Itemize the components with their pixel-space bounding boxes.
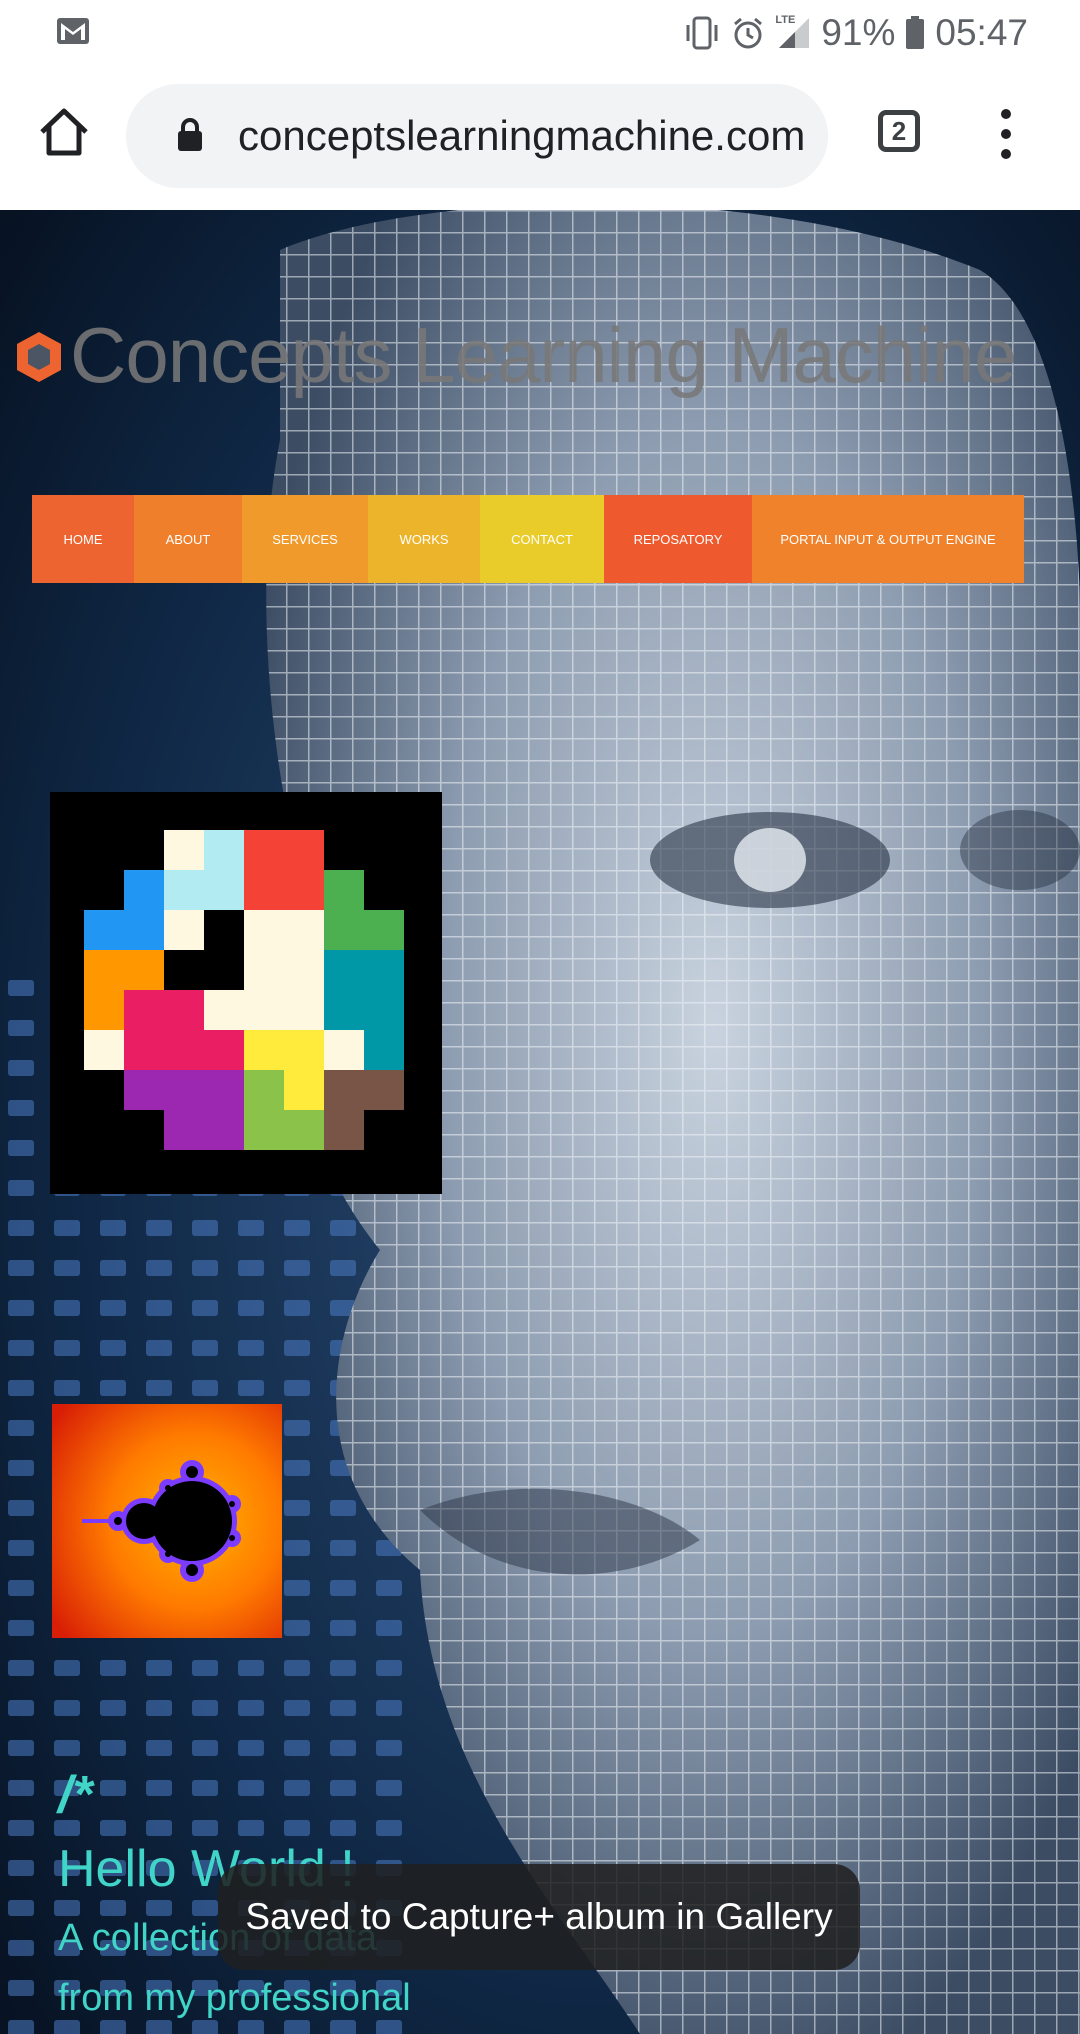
address-bar[interactable]: conceptslearningmachine.com [126,84,828,188]
alarm-icon [731,16,765,50]
more-vert-icon[interactable] [996,104,1016,164]
nav-home[interactable]: HOME [32,495,134,583]
site-logo-icon[interactable] [10,328,68,391]
nav-contact[interactable]: CONTACT [480,495,604,583]
nav-portal-input-output-engine[interactable]: PORTAL INPUT & OUTPUT ENGINE [752,495,1024,583]
battery-percent: 91% [821,12,896,53]
pixel-block-logo-image[interactable] [50,792,442,1194]
battery-icon [905,16,925,50]
status-bar: LTE 91% 05:47 [0,0,1080,66]
mandelbrot-fractal-image[interactable] [52,1404,282,1638]
gmail-icon [56,17,90,50]
network-type-label: LTE [775,14,796,26]
browser-toolbar: conceptslearningmachine.com 2 [0,66,1080,210]
nav-reposatory[interactable]: REPOSATORY [604,495,752,583]
web-page[interactable]: Concepts Learning Machine HOME ABOUT SER… [0,210,1080,2034]
tabs-icon[interactable]: 2 [878,110,920,152]
toast-message: Saved to Capture+ album in Gallery [218,1864,860,1970]
tab-count: 2 [891,115,907,146]
signal-icon: LTE [775,14,811,50]
clock: 05:47 [935,12,1028,53]
home-icon[interactable] [38,106,90,158]
intro-line-2: from my professional [58,1977,411,2019]
lock-icon [176,118,204,157]
site-nav: HOME ABOUT SERVICES WORKS CONTACT REPOSA… [32,495,1024,583]
url-text[interactable]: conceptslearningmachine.com [238,84,814,188]
vibrate-icon [683,16,721,50]
code-comment-text: /* [58,1766,93,1824]
nav-services[interactable]: SERVICES [242,495,368,583]
nav-about[interactable]: ABOUT [134,495,242,583]
nav-works[interactable]: WORKS [368,495,480,583]
site-title[interactable]: Concepts Learning Machine [70,310,1017,401]
